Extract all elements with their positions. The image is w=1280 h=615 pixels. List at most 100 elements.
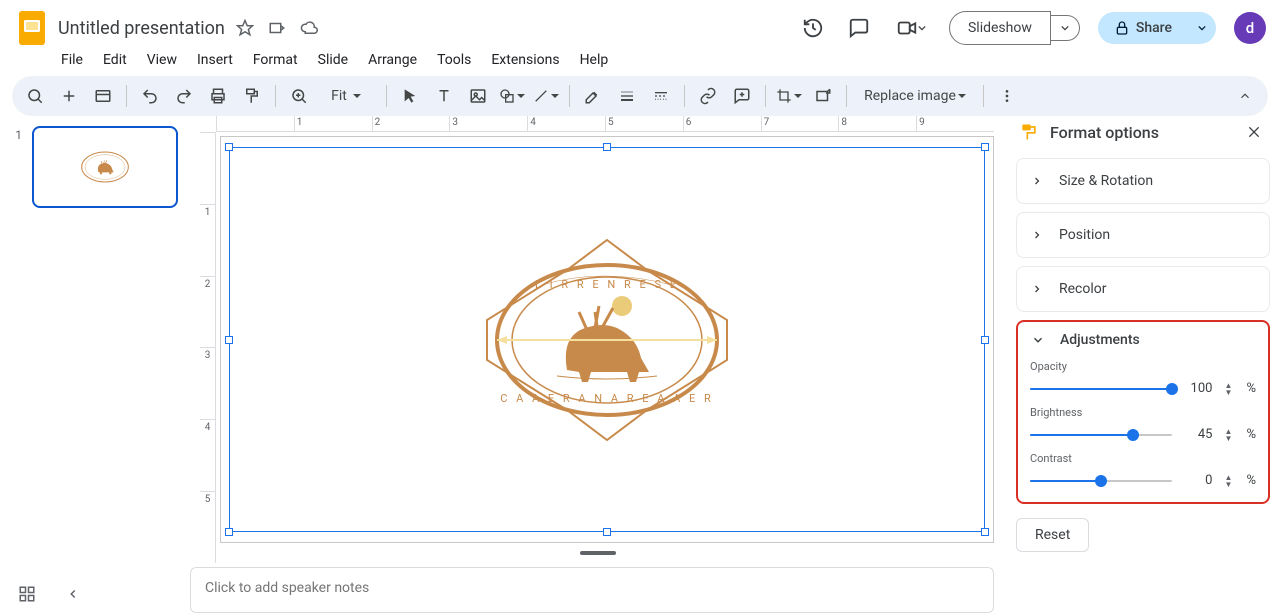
border-color-icon[interactable] (578, 81, 608, 111)
svg-text:C A A E R A N A R E A A E R: C A A E R A N A R E A A E R (500, 392, 714, 405)
unit-label: % (1246, 427, 1256, 442)
brightness-label: Brightness (1030, 406, 1256, 419)
adjustments-label: Adjustments (1060, 332, 1140, 348)
image-icon[interactable] (463, 81, 493, 111)
menu-insert[interactable]: Insert (188, 50, 242, 70)
format-options-icon (1018, 121, 1040, 143)
paint-format-icon[interactable] (237, 81, 267, 111)
explore-grid-icon[interactable] (14, 581, 40, 607)
contrast-slider[interactable] (1030, 474, 1172, 488)
replace-image-label: Replace image (864, 88, 956, 104)
collapse-toolbar-icon[interactable] (1230, 81, 1260, 111)
chevron-right-icon (1029, 281, 1045, 297)
share-button[interactable]: Share (1098, 12, 1188, 44)
menu-format[interactable]: Format (244, 50, 307, 70)
speaker-notes[interactable]: Click to add speaker notes (190, 567, 994, 613)
comments-icon[interactable] (845, 14, 873, 42)
handle-tr[interactable] (981, 143, 989, 151)
line-icon[interactable] (531, 81, 561, 111)
close-panel-icon[interactable] (1242, 120, 1266, 144)
more-icon[interactable] (992, 81, 1022, 111)
comment-add-icon[interactable] (727, 81, 757, 111)
new-slide-icon[interactable] (54, 81, 84, 111)
slides-logo[interactable] (14, 10, 50, 46)
crop-icon[interactable] (774, 81, 804, 111)
account-avatar[interactable]: d (1234, 12, 1266, 44)
section-label: Position (1059, 227, 1110, 243)
handle-br[interactable] (981, 528, 989, 536)
slideshow-button[interactable]: Slideshow (949, 11, 1051, 45)
lock-icon (1114, 20, 1130, 36)
menu-extensions[interactable]: Extensions (482, 50, 568, 70)
select-tool-icon[interactable] (395, 81, 425, 111)
opacity-stepper[interactable]: ▲▼ (1224, 382, 1234, 396)
prev-slide-icon[interactable] (60, 581, 86, 607)
print-icon[interactable] (203, 81, 233, 111)
search-menus-icon[interactable] (20, 81, 50, 111)
zoom-label: Fit (331, 88, 347, 104)
layout-icon[interactable] (88, 81, 118, 111)
toolbar: Fit Replace image (12, 76, 1268, 116)
menu-arrange[interactable]: Arrange (359, 50, 426, 70)
undo-icon[interactable] (135, 81, 165, 111)
textbox-icon[interactable] (429, 81, 459, 111)
history-icon[interactable] (799, 14, 827, 42)
redo-icon[interactable] (169, 81, 199, 111)
section-recolor[interactable]: Recolor (1017, 267, 1269, 311)
slide-image[interactable]: L I R R E N R E S E C A A E R A N A R E … (447, 230, 767, 450)
opacity-value[interactable]: 100 (1184, 381, 1212, 396)
chevron-right-icon (1029, 173, 1045, 189)
slide-canvas[interactable]: L I R R E N R E S E C A A E R A N A R E … (220, 136, 994, 543)
handle-tm[interactable] (603, 143, 611, 151)
section-label: Size & Rotation (1059, 173, 1153, 189)
handle-tl[interactable] (225, 143, 233, 151)
brightness-slider[interactable] (1030, 428, 1172, 442)
menu-view[interactable]: View (138, 50, 186, 70)
handle-mr[interactable] (981, 336, 989, 344)
menu-help[interactable]: Help (571, 50, 618, 70)
menu-file[interactable]: File (52, 50, 92, 70)
handle-ml[interactable] (225, 336, 233, 344)
replace-image-button[interactable]: Replace image (855, 81, 975, 111)
chevron-down-icon[interactable] (1030, 332, 1046, 348)
format-options-panel: Format options Size & Rotation Position … (1006, 116, 1280, 613)
menu-edit[interactable]: Edit (94, 50, 136, 70)
unit-label: % (1246, 473, 1256, 488)
cloud-status-icon[interactable] (299, 18, 319, 38)
section-label: Recolor (1059, 281, 1107, 297)
border-dash-icon[interactable] (646, 81, 676, 111)
section-size-rotation[interactable]: Size & Rotation (1017, 159, 1269, 203)
ruler-vertical: 1 2 3 4 5 (200, 132, 216, 563)
thumb-image (70, 147, 140, 187)
share-dropdown[interactable] (1188, 16, 1216, 40)
contrast-value[interactable]: 0 (1184, 473, 1212, 488)
handle-bl[interactable] (225, 528, 233, 536)
brightness-value[interactable]: 45 (1184, 427, 1212, 442)
slide-thumb-1[interactable] (32, 126, 178, 208)
doc-title[interactable]: Untitled presentation (58, 18, 225, 39)
brightness-stepper[interactable]: ▲▼ (1224, 428, 1234, 442)
star-icon[interactable] (235, 18, 255, 38)
link-icon[interactable] (693, 81, 723, 111)
unit-label: % (1246, 381, 1256, 396)
reset-image-icon[interactable] (808, 81, 838, 111)
opacity-slider[interactable] (1030, 382, 1172, 396)
contrast-stepper[interactable]: ▲▼ (1224, 474, 1234, 488)
menu-tools[interactable]: Tools (428, 50, 480, 70)
menu-slide[interactable]: Slide (309, 50, 357, 70)
meet-icon[interactable] (891, 14, 931, 42)
slideshow-dropdown[interactable] (1051, 15, 1080, 41)
section-position[interactable]: Position (1017, 213, 1269, 257)
contrast-label: Contrast (1030, 452, 1256, 465)
border-weight-icon[interactable] (612, 81, 642, 111)
zoom-icon[interactable] (284, 81, 314, 111)
notes-resize-grip[interactable] (580, 551, 616, 555)
zoom-select[interactable]: Fit (318, 81, 378, 111)
reset-button[interactable]: Reset (1016, 518, 1089, 552)
shape-icon[interactable] (497, 81, 527, 111)
handle-bm[interactable] (603, 528, 611, 536)
opacity-label: Opacity (1030, 360, 1256, 373)
menu-bar: File Edit View Insert Format Slide Arran… (0, 50, 1280, 76)
svg-text:L I R R E N R E S E: L I R R E N R E S E (535, 278, 679, 291)
move-icon[interactable] (267, 18, 287, 38)
